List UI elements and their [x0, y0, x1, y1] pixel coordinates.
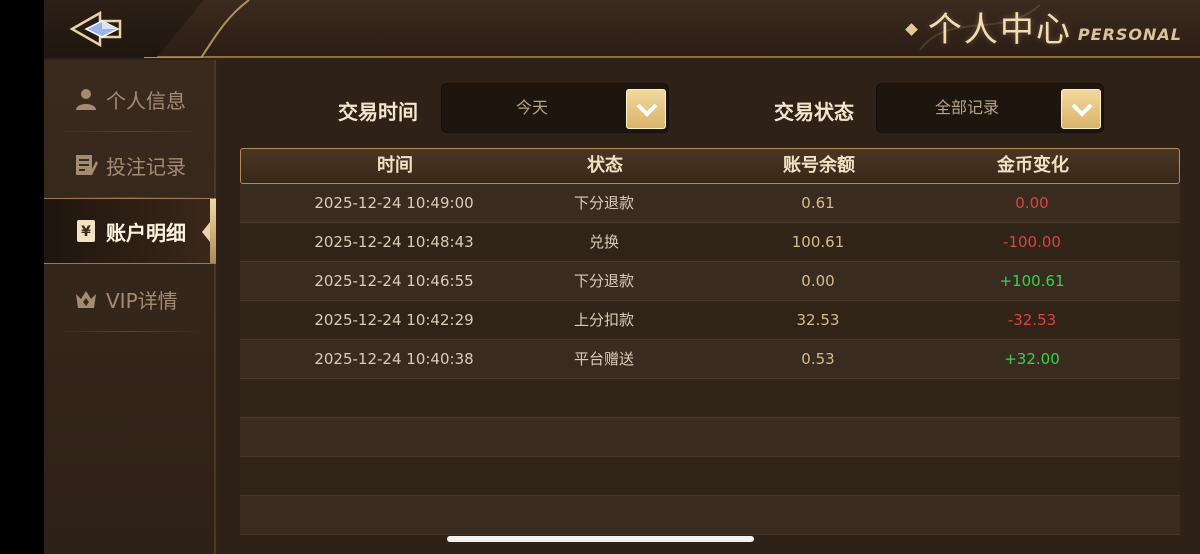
time-filter-value: 今天 — [515, 98, 548, 117]
cell-time: 2025-12-24 10:46:55 — [314, 272, 474, 290]
back-arrow-icon — [70, 10, 122, 48]
time-filter-label: 交易时间 — [338, 100, 418, 124]
edit-note-icon — [76, 155, 98, 175]
cell-time: 2025-12-24 10:40:38 — [314, 350, 474, 368]
empty-table-row — [240, 418, 1180, 457]
page-title-english: PERSONAL — [1077, 25, 1182, 44]
table-row: 2025-12-24 10:40:38 平台赠送 0.53 +32.00 — [240, 340, 1180, 379]
cell-time: 2025-12-24 10:48:43 — [314, 233, 474, 251]
cell-balance: 0.00 — [801, 272, 835, 290]
time-filter-dropdown[interactable]: 今天 — [441, 83, 669, 133]
sidebar-item-label: 投注记录 — [106, 154, 186, 179]
chevron-down-icon[interactable] — [626, 89, 666, 129]
cell-balance: 0.53 — [801, 350, 835, 368]
title-diamond-icon — [905, 23, 918, 36]
column-header-coin-change: 金币变化 — [997, 155, 1069, 176]
cell-coin-change: -100.00 — [1003, 233, 1061, 251]
status-filter-dropdown[interactable]: 全部记录 — [876, 83, 1104, 133]
cell-balance: 100.61 — [791, 233, 845, 251]
cell-status: 上分扣款 — [573, 311, 634, 329]
empty-table-row — [240, 496, 1180, 535]
cell-balance: 32.53 — [796, 311, 840, 329]
cell-time: 2025-12-24 10:42:29 — [314, 311, 474, 329]
column-header-time: 时间 — [377, 155, 413, 176]
user-icon — [76, 89, 96, 110]
table-row: 2025-12-24 10:49:00 下分退款 0.61 0.00 — [240, 184, 1180, 223]
column-header-status: 状态 — [587, 155, 623, 176]
cell-status: 下分退款 — [573, 272, 634, 290]
empty-table-row — [240, 457, 1180, 496]
app-window: 个人中心 PERSONAL 个人信息 投注记录 ¥ 账户明细 VIP详情 交易时… — [44, 0, 1200, 554]
sidebar-item-vip-details[interactable]: VIP详情 — [44, 266, 216, 332]
sidebar-item-label: VIP详情 — [106, 288, 178, 313]
empty-table-row — [240, 379, 1180, 418]
sidebar-item-personal-info[interactable]: 个人信息 — [44, 66, 216, 132]
cell-coin-change: -32.53 — [1007, 311, 1057, 329]
cell-coin-change: +32.00 — [1004, 350, 1060, 368]
transactions-table: 时间 状态 账号余额 金币变化 2025-12-24 10:49:00 下分退款… — [240, 148, 1180, 535]
status-filter-value: 全部记录 — [934, 98, 999, 117]
table-header: 时间 状态 账号余额 金币变化 — [240, 148, 1180, 184]
crown-icon — [76, 291, 96, 308]
sidebar-item-label: 个人信息 — [106, 88, 186, 113]
cell-coin-change: 0.00 — [1015, 194, 1049, 212]
cell-balance: 0.61 — [801, 194, 835, 212]
status-filter-label: 交易状态 — [774, 100, 854, 124]
column-header-balance: 账号余额 — [783, 155, 855, 176]
table-row: 2025-12-24 10:46:55 下分退款 0.00 +100.61 — [240, 262, 1180, 301]
sidebar: 个人信息 投注记录 ¥ 账户明细 VIP详情 — [44, 60, 216, 554]
sidebar-item-label: 账户明细 — [106, 220, 186, 245]
svg-text:¥: ¥ — [81, 224, 91, 240]
header-bar: 个人中心 PERSONAL — [44, 0, 1200, 58]
table-row: 2025-12-24 10:42:29 上分扣款 32.53 -32.53 — [240, 301, 1180, 340]
cell-status: 兑换 — [588, 233, 619, 251]
header-divider-curve — [144, 0, 250, 58]
cell-status: 下分退款 — [573, 194, 634, 212]
active-pointer-icon — [202, 222, 210, 242]
home-indicator[interactable] — [447, 536, 754, 542]
page-title-group: 个人中心 PERSONAL — [905, 6, 1182, 50]
page-title: 个人中心 — [927, 10, 1072, 50]
ledger-yen-icon: ¥ — [77, 220, 95, 242]
cell-coin-change: +100.61 — [999, 272, 1065, 290]
sidebar-item-account-details[interactable]: ¥ 账户明细 — [44, 198, 216, 264]
table-row: 2025-12-24 10:48:43 兑换 100.61 -100.00 — [240, 223, 1180, 262]
chevron-down-icon[interactable] — [1061, 89, 1101, 129]
main-content: 交易时间 今天 交易状态 全部记录 时间 状态 账号余额 金币变化 2025-1… — [218, 60, 1200, 554]
cell-time: 2025-12-24 10:49:00 — [314, 194, 474, 212]
cell-status: 平台赠送 — [573, 350, 634, 368]
sidebar-item-bet-records[interactable]: 投注记录 — [44, 132, 216, 198]
